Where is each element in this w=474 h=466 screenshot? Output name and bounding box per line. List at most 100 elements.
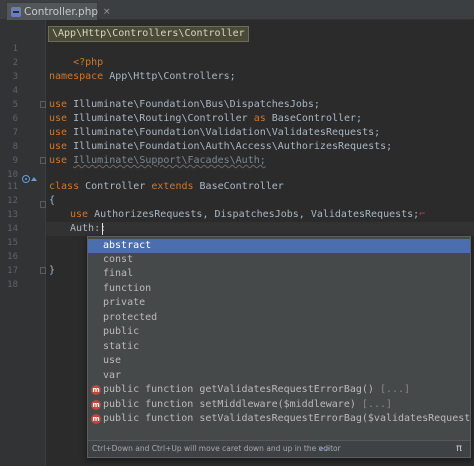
completion-item-function[interactable]: function bbox=[88, 282, 470, 296]
completion-item-label: static bbox=[103, 341, 140, 352]
keyword: use bbox=[49, 127, 68, 138]
method-signature: public function getValidatesRequestError… bbox=[103, 383, 410, 397]
method-icon: m bbox=[91, 385, 101, 395]
unused-import-path: Illuminate\Support\Facades\Auth; bbox=[73, 155, 266, 166]
import-alias: BaseController; bbox=[265, 113, 363, 124]
completion-item-label: function bbox=[103, 283, 152, 294]
keyword: class bbox=[49, 181, 80, 192]
fold-marker-icon[interactable] bbox=[40, 267, 46, 274]
line-number: 3 bbox=[12, 72, 18, 82]
method-icon: m bbox=[91, 414, 101, 424]
method-signature: public function setValidatesRequestError… bbox=[103, 412, 470, 426]
keyword: use bbox=[49, 99, 68, 110]
import-path: Illuminate\Foundation\Bus\DispatchesJobs… bbox=[67, 99, 320, 110]
code-line[interactable]: use Illuminate\Foundation\Validation\Val… bbox=[49, 126, 380, 140]
keyword: as bbox=[253, 113, 266, 124]
code-completion-popup[interactable]: abstract const final function private pr… bbox=[87, 236, 471, 458]
completion-item-method[interactable]: m public function setMiddleware($middlew… bbox=[88, 398, 470, 412]
pi-icon[interactable]: π bbox=[456, 441, 462, 457]
completion-footer: Ctrl+Down and Ctrl+Up will move caret do… bbox=[88, 440, 470, 457]
collapsed-params: [...] bbox=[373, 384, 411, 395]
code-line[interactable]: use Illuminate\Foundation\Auth\Access\Au… bbox=[49, 140, 392, 154]
keyword: namespace bbox=[49, 71, 104, 82]
line-number: 1 bbox=[12, 44, 18, 54]
line-number: 4 bbox=[12, 86, 18, 96]
line-number: 11 bbox=[7, 182, 18, 192]
tab-label: Controller.php bbox=[24, 5, 99, 18]
php-open-tag: <?php bbox=[73, 57, 104, 68]
namespace-breadcrumb[interactable]: \App\Http\Controllers\Controller bbox=[48, 26, 249, 42]
completion-item-final[interactable]: final bbox=[88, 267, 470, 281]
close-brace: } bbox=[49, 265, 56, 276]
line-number: 13 bbox=[7, 210, 18, 220]
current-line-highlight bbox=[46, 222, 474, 236]
completion-item-private[interactable]: private bbox=[88, 296, 470, 310]
editor-window: Controller.php × 1 2 3 4 5 6 7 8 9 10 11… bbox=[0, 0, 474, 466]
code-line[interactable]: namespace App\Http\Controllers; bbox=[49, 70, 236, 84]
code-line[interactable]: { bbox=[49, 194, 55, 208]
tab-bar: Controller.php × bbox=[0, 0, 474, 20]
collapsed-params: [...] bbox=[355, 399, 392, 410]
completion-item-use[interactable]: use bbox=[88, 354, 470, 368]
code-line[interactable]: Auth:: bbox=[70, 222, 106, 236]
import-path: Illuminate\Routing\Controller bbox=[67, 113, 254, 124]
line-number: 17 bbox=[7, 266, 18, 276]
code-line[interactable]: use Illuminate\Support\Facades\Auth; bbox=[49, 154, 266, 168]
keyword: extends bbox=[151, 181, 194, 192]
completion-item-abstract[interactable]: abstract bbox=[88, 239, 470, 253]
keyword: use bbox=[70, 209, 89, 220]
completion-hint-link[interactable]: >> bbox=[318, 441, 331, 457]
line-number: 14 bbox=[7, 224, 18, 234]
keyword: use bbox=[49, 155, 68, 166]
line-number: 8 bbox=[12, 142, 18, 152]
keyword: use bbox=[49, 113, 68, 124]
method-signature-text: public function getValidatesRequestError… bbox=[103, 384, 374, 395]
completion-item-label: abstract bbox=[103, 240, 152, 251]
completion-item-label: var bbox=[103, 370, 122, 381]
method-signature-text: public function setMiddleware($middlewar… bbox=[103, 399, 356, 410]
import-path: Illuminate\Foundation\Auth\Access\Author… bbox=[67, 141, 393, 152]
completion-item-const[interactable]: const bbox=[88, 253, 470, 267]
completion-item-public[interactable]: public bbox=[88, 325, 470, 339]
text-caret bbox=[102, 223, 103, 235]
fold-marker-icon[interactable] bbox=[40, 201, 46, 208]
completion-item-label: const bbox=[103, 254, 134, 265]
keyword: use bbox=[49, 141, 68, 152]
line-number: 12 bbox=[7, 196, 18, 206]
completion-item-method[interactable]: m public function getValidatesRequestErr… bbox=[88, 383, 470, 397]
completion-item-method[interactable]: m public function setValidatesRequestErr… bbox=[88, 412, 470, 426]
completion-item-label: protected bbox=[103, 312, 158, 323]
parent-class-name: BaseController bbox=[193, 181, 284, 192]
line-number: 5 bbox=[12, 100, 18, 110]
code-line[interactable]: use Illuminate\Routing\Controller as Bas… bbox=[49, 112, 362, 126]
completion-item-label: public bbox=[103, 326, 140, 337]
line-number-gutter[interactable]: 1 2 3 4 5 6 7 8 9 10 11 12 13 14 15 16 1… bbox=[0, 20, 46, 466]
go-to-parent-arrow-icon[interactable] bbox=[31, 177, 37, 181]
completion-item-label: final bbox=[103, 268, 134, 279]
method-signature-text: public function setValidatesRequestError… bbox=[103, 413, 470, 424]
close-icon[interactable]: × bbox=[103, 7, 111, 17]
namespace-name: App\Http\Controllers; bbox=[103, 71, 236, 82]
line-number: 9 bbox=[12, 156, 18, 166]
fold-marker-icon[interactable] bbox=[40, 101, 46, 108]
completion-item-var[interactable]: var bbox=[88, 369, 470, 383]
completion-item-static[interactable]: static bbox=[88, 340, 470, 354]
line-number: 16 bbox=[7, 252, 18, 262]
code-line[interactable]: use AuthorizesRequests, DispatchesJobs, … bbox=[70, 208, 425, 222]
import-path: Illuminate\Foundation\Validation\Validat… bbox=[67, 127, 381, 138]
class-name: Controller bbox=[79, 181, 152, 192]
completion-item-label: private bbox=[103, 297, 146, 308]
tab-controller-php[interactable]: Controller.php × bbox=[6, 2, 111, 20]
method-icon: m bbox=[91, 400, 101, 410]
completion-item-protected[interactable]: protected bbox=[88, 311, 470, 325]
completion-hint-text: Ctrl+Down and Ctrl+Up will move caret do… bbox=[92, 444, 341, 453]
code-line[interactable]: use Illuminate\Foundation\Bus\Dispatches… bbox=[49, 98, 320, 112]
line-number: 2 bbox=[12, 58, 18, 68]
php-file-icon bbox=[11, 6, 21, 17]
code-line[interactable]: } bbox=[49, 264, 55, 278]
fold-marker-icon[interactable] bbox=[40, 157, 46, 164]
completion-item-label: use bbox=[103, 355, 122, 366]
error-marker-icon: ⌐ bbox=[419, 209, 426, 220]
code-line[interactable]: class Controller extends BaseController bbox=[49, 180, 284, 194]
implemented-icon[interactable] bbox=[22, 175, 30, 183]
